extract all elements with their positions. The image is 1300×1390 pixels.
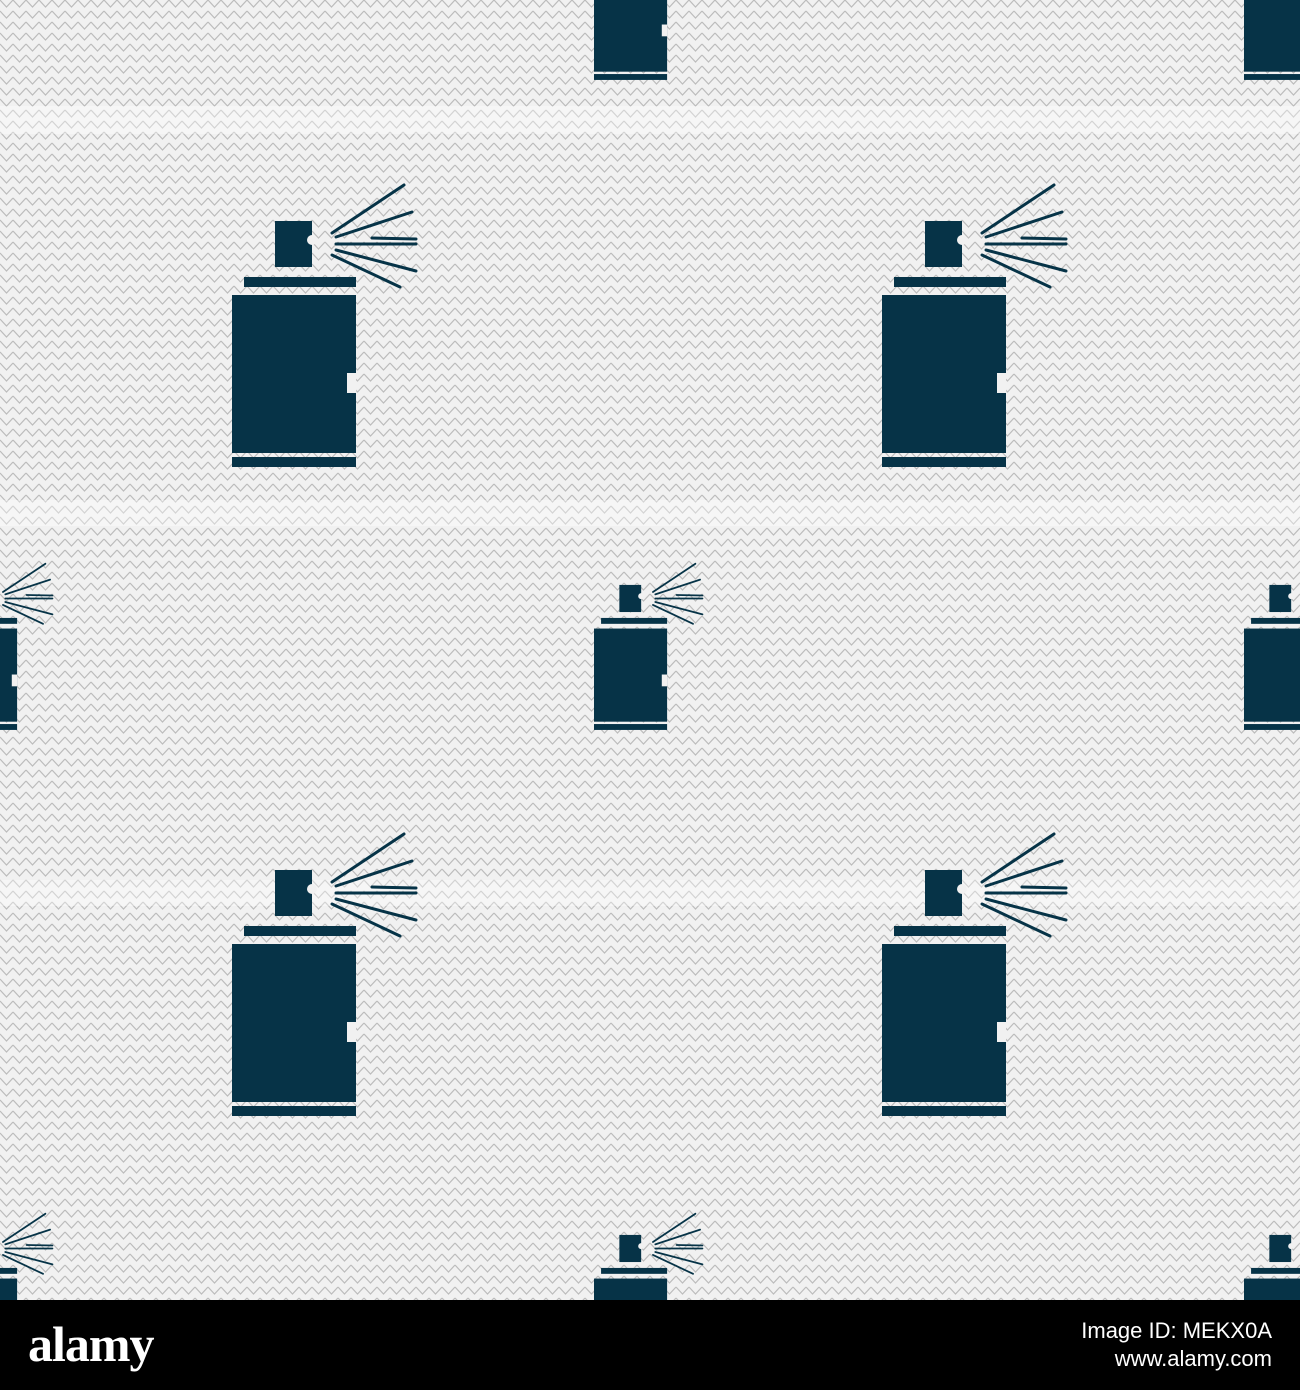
footer-info: Image ID: MEKX0A www.alamy.com	[1081, 1300, 1272, 1390]
highlight-band	[0, 880, 1300, 906]
site-url-link[interactable]: www.alamy.com	[1115, 1346, 1272, 1372]
spray-can-icon	[1244, 0, 1300, 81]
seamless-pattern	[0, 0, 1300, 1300]
footer-bar: alamy Image ID: MEKX0A www.alamy.com	[0, 1300, 1300, 1390]
alamy-logo: alamy	[28, 1316, 155, 1372]
highlight-band	[0, 500, 1300, 526]
highlight-band	[0, 106, 1300, 134]
image-id-label: Image ID: MEKX0A	[1081, 1318, 1272, 1343]
